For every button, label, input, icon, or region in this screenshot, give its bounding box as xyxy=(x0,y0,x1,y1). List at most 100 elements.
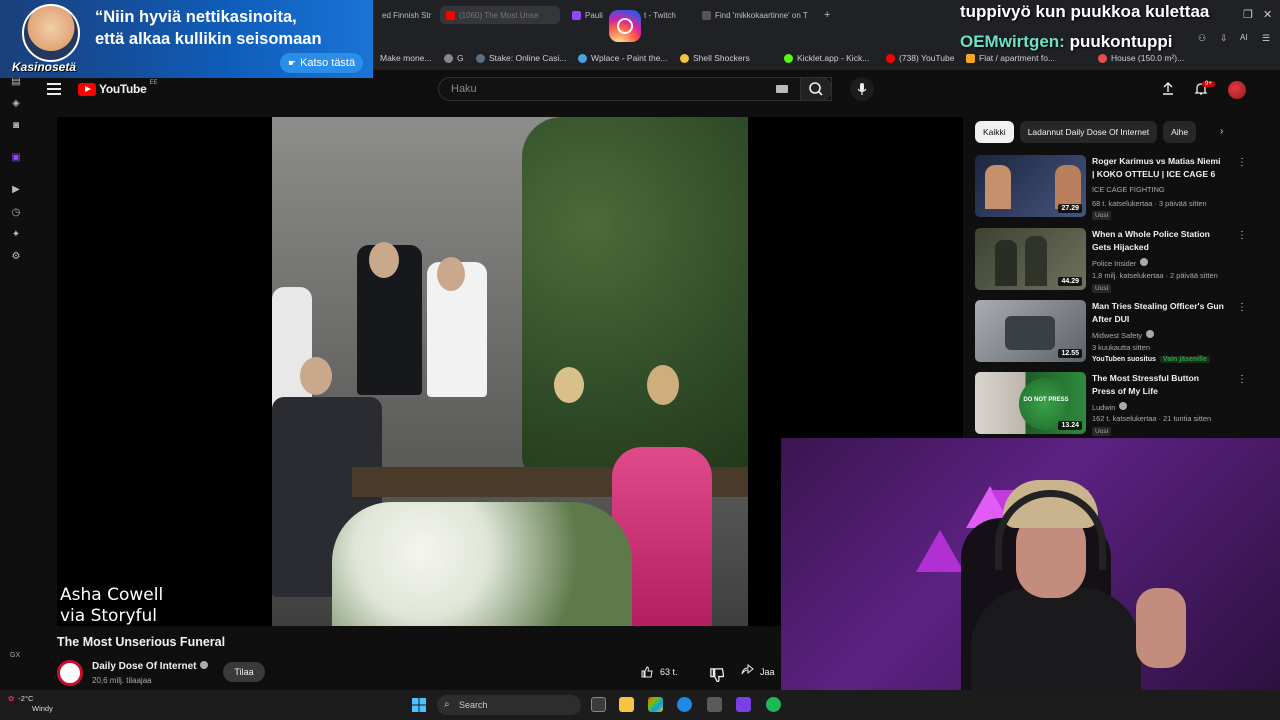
chevron-right-icon[interactable]: › xyxy=(1220,126,1232,138)
bookmark-item[interactable]: (738) YouTube xyxy=(886,53,954,63)
officer-figure xyxy=(995,240,1017,286)
more-options-icon[interactable]: ⋮ xyxy=(1237,157,1247,169)
play-sidebar-icon[interactable]: ▶ xyxy=(10,184,22,196)
spotify-icon[interactable] xyxy=(766,697,781,712)
twitch-sidebar-icon[interactable]: ▣ xyxy=(10,152,22,164)
chat-text: puukontuppi xyxy=(1069,32,1173,51)
opera-gx-icon[interactable] xyxy=(736,697,751,712)
settings-gear-icon[interactable]: ⚙ xyxy=(10,251,22,263)
bookmark-item[interactable]: G xyxy=(444,53,464,63)
recommended-video[interactable]: 44.29 When a Whole Police Station Gets Hi… xyxy=(975,228,1265,294)
file-explorer-icon[interactable] xyxy=(619,697,634,712)
ad-line: että alkaa kullikin seisomaan xyxy=(95,30,322,48)
share-button[interactable]: Jaa xyxy=(740,662,775,682)
menu-icon[interactable]: ☰ xyxy=(1262,33,1270,44)
recommended-channel[interactable]: ICE CAGE FIGHTING xyxy=(1092,185,1165,194)
windows-start-icon[interactable] xyxy=(411,697,427,713)
bookmark-item[interactable]: Kicklet.app - Kick... xyxy=(784,53,869,63)
youtube-logo[interactable]: YouTube EE xyxy=(78,80,157,96)
bookmark-item[interactable]: Stake: Online Casi... xyxy=(476,53,566,63)
guest-head xyxy=(647,365,679,405)
download-icon[interactable]: ⇩ xyxy=(1220,33,1228,44)
browser-tab[interactable]: Find 'mikkokaartinne' on T xyxy=(702,6,814,24)
hedge-background xyxy=(522,117,748,477)
task-view-icon[interactable] xyxy=(591,697,606,712)
hamburger-menu-icon[interactable] xyxy=(47,83,61,95)
video-thumbnail[interactable]: 12.55 xyxy=(975,300,1086,362)
more-options-icon[interactable]: ⋮ xyxy=(1237,302,1247,314)
video-credit: Asha Cowell via Storyful xyxy=(60,585,163,626)
pointer-hand-icon: ☛ xyxy=(288,58,297,68)
bookmark-item[interactable]: Make mone... xyxy=(380,53,432,63)
search-input[interactable]: Haku xyxy=(438,77,832,101)
youtube-icon xyxy=(886,53,895,63)
verified-icon xyxy=(1140,258,1149,266)
voice-search-button[interactable] xyxy=(850,77,874,101)
fighter-figure xyxy=(985,165,1011,209)
chip-uploaded-by-channel[interactable]: Ladannut Daily Dose Of Internet xyxy=(1019,121,1158,143)
player-sidebar-icon[interactable]: ◈ xyxy=(10,98,22,110)
subscribe-button[interactable]: Tilaa xyxy=(223,662,265,682)
credit-name: Asha Cowell xyxy=(60,585,164,605)
edge-icon[interactable] xyxy=(677,697,692,712)
youtube-favicon-icon xyxy=(446,10,455,20)
account-avatar[interactable] xyxy=(1228,81,1246,99)
more-options-icon[interactable]: ⋮ xyxy=(1237,230,1247,242)
chip-all[interactable]: Kaikki xyxy=(975,121,1014,143)
like-button[interactable]: 63 t. xyxy=(640,662,678,682)
ad-headline: “Niin hyviä nettikasinoita, että alkaa k… xyxy=(95,6,322,50)
browser-sidebar: ▤ ◈ ◙ ▣ ▶ ◷ ✦ ⚙ xyxy=(0,70,32,690)
history-sidebar-icon[interactable]: ◷ xyxy=(10,207,22,219)
upload-icon[interactable] xyxy=(1160,81,1176,97)
ad-brand: Kasinosetä xyxy=(12,60,77,74)
video-thumbnail[interactable]: 27.29 xyxy=(975,155,1086,217)
browser-tab[interactable]: Pauli xyxy=(572,6,608,24)
channel-avatar[interactable] xyxy=(57,660,83,686)
new-tab-button[interactable]: + xyxy=(824,6,836,24)
search-button[interactable] xyxy=(800,77,832,101)
browser-tab[interactable]: ed Finnish Str xyxy=(382,6,434,24)
ai-icon[interactable]: AI xyxy=(1240,33,1248,42)
keyboard-icon[interactable] xyxy=(776,85,788,93)
taskbar-search[interactable]: ⌕ Search xyxy=(437,695,581,715)
store-icon[interactable] xyxy=(707,697,722,712)
twitch-favicon-icon xyxy=(572,10,581,20)
restore-window-icon[interactable]: ❐ xyxy=(1243,8,1253,21)
bookmark-item[interactable]: House (150.0 m²)... xyxy=(1098,53,1184,63)
verified-icon xyxy=(200,661,209,669)
casino-ad-overlay[interactable]: “Niin hyviä nettikasinoita, että alkaa k… xyxy=(0,0,373,78)
youtube-play-icon xyxy=(78,82,96,96)
thumbs-down-icon[interactable] xyxy=(704,662,724,682)
streamer-webcam xyxy=(781,438,1280,720)
microphone-icon xyxy=(857,83,867,95)
new-badge: Uusi xyxy=(1092,427,1112,436)
bookmark-item[interactable]: Wplace - Paint the... xyxy=(578,53,668,63)
recommended-channel[interactable]: Ludwin xyxy=(1092,402,1128,412)
title-line: The Most Stressful Button xyxy=(1092,373,1199,383)
channel-name[interactable]: Daily Dose Of Internet xyxy=(92,661,209,672)
recommended-video[interactable]: 27.29 Roger Karimus vs Matias Niemi | KOK… xyxy=(975,155,1265,221)
recommended-video[interactable]: DO NOT PRESS 13.24 The Most Stressful Bu… xyxy=(975,372,1265,438)
weather-widget[interactable]: ✿ -2°C Windy xyxy=(8,694,53,714)
bookmark-item[interactable]: Flat / apartment fo... xyxy=(966,53,1055,63)
weather-icon: ✿ xyxy=(8,694,15,703)
video-thumbnail[interactable]: DO NOT PRESS 13.24 xyxy=(975,372,1086,434)
browser-tab-active[interactable]: (1060) The Most Unse xyxy=(440,6,560,24)
video-thumbnail[interactable]: 44.29 xyxy=(975,228,1086,290)
video-duration: 27.29 xyxy=(1058,204,1082,213)
close-window-icon[interactable]: ✕ xyxy=(1263,8,1272,21)
recommended-channel[interactable]: Police Insider xyxy=(1092,258,1149,268)
ad-cta-label: Katso tästä xyxy=(300,57,356,69)
recommended-video[interactable]: 12.55 Man Tries Stealing Officer's Gun Af… xyxy=(975,300,1265,366)
bookmark-item[interactable]: Shell Shockers xyxy=(680,53,750,63)
copilot-icon[interactable] xyxy=(648,697,663,712)
ad-cta-button[interactable]: ☛ Katso tästä xyxy=(280,53,364,73)
browser-tab[interactable]: t - Twitch xyxy=(644,6,694,24)
chip-topic[interactable]: Aihe xyxy=(1163,121,1197,143)
more-options-icon[interactable]: ⋮ xyxy=(1237,374,1247,386)
extensions-icon[interactable]: ⚇ xyxy=(1198,33,1206,44)
extensions-sidebar-icon[interactable]: ✦ xyxy=(10,229,22,241)
messenger-sidebar-icon[interactable]: ◙ xyxy=(10,120,22,132)
page-favicon-icon xyxy=(702,10,711,20)
recommended-channel[interactable]: Midwest Safety xyxy=(1092,330,1155,340)
